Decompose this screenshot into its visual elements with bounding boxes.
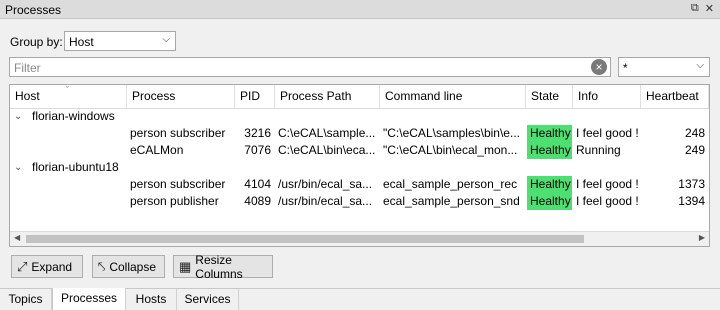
close-icon[interactable]: ✕ xyxy=(705,2,714,15)
groupby-select[interactable]: Host ⌵ xyxy=(64,31,176,51)
filter-column-value: * xyxy=(623,61,628,75)
host-name: florian-windows xyxy=(32,109,115,123)
column-header-state[interactable]: State xyxy=(526,85,573,108)
collapse-icon: ⤣ xyxy=(98,259,106,274)
host-name: florian-ubuntu18 xyxy=(32,160,119,174)
scrollbar-thumb[interactable] xyxy=(26,235,584,243)
info: Running xyxy=(576,143,621,157)
info: I feel good ! xyxy=(576,194,639,208)
column-header-process[interactable]: Process xyxy=(127,85,235,108)
table-row[interactable]: eCALMon 7076 C:\eCAL\bin\eca... "C:\eCAL… xyxy=(10,142,709,159)
column-header-host[interactable]: ˇ Host xyxy=(10,85,127,108)
state-badge: Healthy xyxy=(527,176,572,193)
column-header-heartbeat[interactable]: Heartbeat xyxy=(641,85,709,108)
state-badge: Healthy xyxy=(527,142,572,159)
host-group-row[interactable]: ⌄ florian-windows xyxy=(10,108,709,125)
filter-placeholder: Filter xyxy=(14,61,41,75)
table-row[interactable]: person publisher 4089 /usr/bin/ecal_sa..… xyxy=(10,193,709,210)
host-group-row[interactable]: ⌄ florian-ubuntu18 xyxy=(10,159,709,176)
groupby-value: Host xyxy=(69,35,94,49)
pid: 3216 xyxy=(244,126,271,140)
command-line: ecal_sample_person_snd xyxy=(383,194,520,208)
state-badge: Healthy xyxy=(527,125,572,142)
heartbeat: 1373 xyxy=(678,177,705,191)
float-panel-icon[interactable]: ⧉ xyxy=(691,2,699,15)
process-name: person publisher xyxy=(130,194,219,208)
table-row[interactable]: person subscriber 4104 /usr/bin/ecal_sa.… xyxy=(10,176,709,193)
collapse-arrow-icon[interactable]: ⌄ xyxy=(14,159,22,176)
command-line: "C:\eCAL\samples\bin\e... xyxy=(383,126,520,140)
state-badge: Healthy xyxy=(527,193,572,210)
filter-column-select[interactable]: * ⌵ xyxy=(618,57,710,77)
process-name: person subscriber xyxy=(130,126,226,140)
info: I feel good ! xyxy=(576,177,639,191)
scroll-right-icon[interactable]: ▶ xyxy=(699,233,705,242)
column-header-process-path[interactable]: Process Path xyxy=(275,85,380,108)
process-tree-table[interactable]: ˇ Host Process PID Process Path Command … xyxy=(9,84,710,247)
command-line: "C:\eCAL\bin\ecal_mon... xyxy=(383,143,518,157)
collapse-arrow-icon[interactable]: ⌄ xyxy=(14,108,22,125)
panel-title: Processes xyxy=(5,3,62,17)
heartbeat: 248 xyxy=(684,126,705,140)
filter-input[interactable]: Filter × xyxy=(9,57,611,77)
collapse-button[interactable]: ⤣ Collapse xyxy=(92,255,165,278)
bottom-tab-bar: Topics Processes Hosts Services xyxy=(0,288,720,310)
table-row[interactable]: person subscriber 3216 C:\eCAL\sample...… xyxy=(10,125,709,142)
process-path: C:\eCAL\sample... xyxy=(278,126,376,140)
chevron-down-icon: ⌵ xyxy=(162,34,170,45)
horizontal-scrollbar[interactable]: ◀ ▶ xyxy=(10,231,709,246)
sort-indicator-icon: ˇ xyxy=(66,85,69,95)
tab-topics[interactable]: Topics xyxy=(0,289,52,310)
resize-columns-button[interactable]: ▦ Resize Columns xyxy=(173,253,273,281)
heartbeat: 249 xyxy=(684,143,705,157)
info: I feel good ! xyxy=(576,126,639,140)
process-path: /usr/bin/ecal_sa... xyxy=(278,194,373,208)
resize-columns-icon: ▦ xyxy=(179,259,192,274)
groupby-label: Group by: xyxy=(10,35,63,49)
expand-icon: ⤢ xyxy=(17,259,28,274)
process-name: person subscriber xyxy=(130,177,226,191)
column-header-command-line[interactable]: Command line xyxy=(380,85,526,108)
tab-processes[interactable]: Processes xyxy=(52,288,126,310)
pid: 7076 xyxy=(244,143,271,157)
expand-button[interactable]: ⤢ Expand xyxy=(11,255,83,278)
heartbeat: 1394 xyxy=(678,194,705,208)
table-header: ˇ Host Process PID Process Path Command … xyxy=(10,85,709,109)
pid: 4089 xyxy=(244,194,271,208)
scroll-left-icon[interactable]: ◀ xyxy=(14,233,20,242)
pid: 4104 xyxy=(244,177,271,191)
chevron-down-icon: ⌵ xyxy=(696,60,704,71)
panel-titlebar: Processes ⧉ ✕ xyxy=(0,0,720,19)
column-header-pid[interactable]: PID xyxy=(235,85,275,108)
process-path: C:\eCAL\bin\eca... xyxy=(278,143,376,157)
clear-icon[interactable]: × xyxy=(591,59,607,75)
column-header-info[interactable]: Info xyxy=(573,85,641,108)
tab-hosts[interactable]: Hosts xyxy=(126,289,177,310)
process-path: /usr/bin/ecal_sa... xyxy=(278,177,373,191)
tab-services[interactable]: Services xyxy=(177,289,239,310)
command-line: ecal_sample_person_rec xyxy=(383,177,518,191)
process-name: eCALMon xyxy=(130,143,184,157)
